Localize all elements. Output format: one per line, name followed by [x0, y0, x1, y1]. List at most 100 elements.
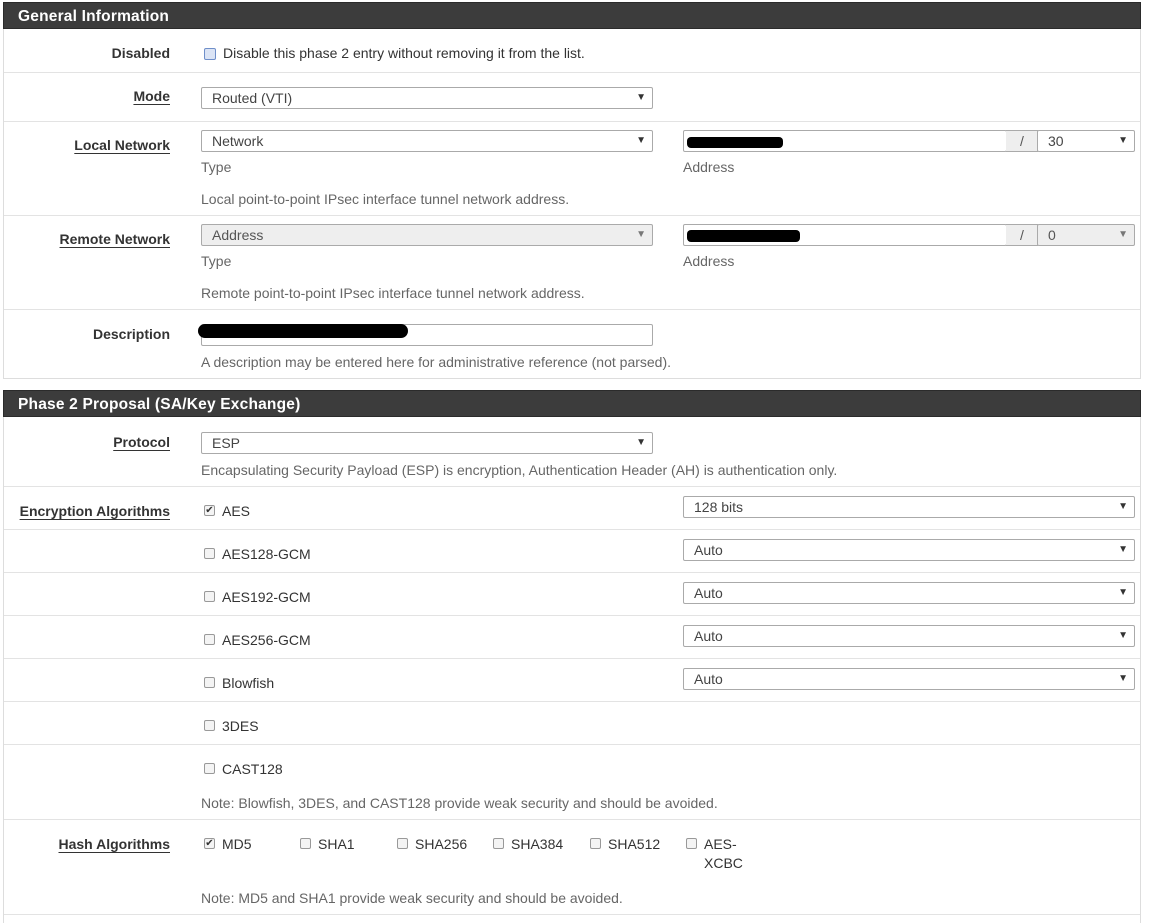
- chevron-down-icon: ▼: [636, 229, 646, 240]
- sha1-label: SHA1: [318, 836, 355, 852]
- aes-xcbc-label-line1: AES-: [704, 836, 737, 852]
- blowfish-checkbox[interactable]: [204, 677, 215, 688]
- aes192gcm-keylen-value: Auto: [694, 585, 723, 601]
- aes-checkbox[interactable]: ✔: [204, 505, 215, 516]
- mode-row: Mode Routed (VTI) ▼: [4, 73, 1140, 122]
- aes256gcm-keylen-value: Auto: [694, 628, 723, 644]
- phase2-proposal-panel: Protocol ESP ▼ Encapsulating Security Pa…: [3, 417, 1141, 923]
- local-network-label: Local Network: [74, 137, 170, 153]
- aes192gcm-keylen-select[interactable]: Auto ▼: [683, 582, 1135, 604]
- 3des-label: 3DES: [222, 718, 259, 734]
- local-type-value: Network: [212, 133, 264, 149]
- local-mask-select[interactable]: 30 ▼: [1037, 130, 1135, 152]
- disabled-label: Disabled: [111, 45, 170, 61]
- md5-checkbox[interactable]: ✔: [204, 838, 215, 849]
- remote-mask-select[interactable]: 0 ▼: [1037, 224, 1135, 246]
- protocol-help: Encapsulating Security Payload (ESP) is …: [201, 462, 838, 478]
- hash-algorithms-row: Hash Algorithms ✔ MD5 SHA1 SHA256 SHA384…: [4, 820, 1140, 915]
- encryption-row-aes: Encryption Algorithms ✔ AES 128 bits ▼: [4, 487, 1140, 530]
- chevron-down-icon: ▼: [636, 92, 646, 103]
- aes128gcm-keylen-value: Auto: [694, 542, 723, 558]
- description-help: A description may be entered here for ad…: [201, 354, 672, 370]
- sha512-checkbox[interactable]: [590, 838, 601, 849]
- local-slash: /: [1006, 130, 1038, 152]
- aes256gcm-label: AES256-GCM: [222, 632, 311, 648]
- remote-address-input[interactable]: [683, 224, 1007, 246]
- protocol-row: Protocol ESP ▼ Encapsulating Security Pa…: [4, 417, 1140, 487]
- sha512-label: SHA512: [608, 836, 661, 852]
- chevron-down-icon: ▼: [1118, 587, 1128, 598]
- aes128gcm-keylen-select[interactable]: Auto ▼: [683, 539, 1135, 561]
- sha1-checkbox[interactable]: [300, 838, 311, 849]
- local-network-help: Local point-to-point IPsec interface tun…: [201, 191, 570, 207]
- encryption-row-aes128gcm: AES128-GCM Auto ▼: [4, 530, 1140, 573]
- description-input[interactable]: [198, 324, 653, 346]
- aes-label: AES: [222, 503, 251, 519]
- aes192gcm-label: AES192-GCM: [222, 589, 311, 605]
- remote-address-caption: Address: [683, 253, 735, 269]
- aes256gcm-checkbox[interactable]: [204, 634, 215, 645]
- local-type-select[interactable]: Network ▼: [201, 130, 653, 152]
- description-label: Description: [92, 326, 170, 342]
- encryption-label: Encryption Algorithms: [19, 503, 170, 519]
- aes256gcm-keylen-select[interactable]: Auto ▼: [683, 625, 1135, 647]
- aes-xcbc-checkbox[interactable]: [686, 838, 697, 849]
- cast128-label: CAST128: [222, 761, 283, 777]
- redaction-mark: [687, 230, 800, 242]
- blowfish-label: Blowfish: [222, 675, 275, 691]
- encryption-note: Note: Blowfish, 3DES, and CAST128 provid…: [201, 795, 718, 811]
- encryption-row-aes192gcm: AES192-GCM Auto ▼: [4, 573, 1140, 616]
- chevron-down-icon: ▼: [636, 437, 646, 448]
- protocol-value: ESP: [212, 435, 241, 451]
- section-title: General Information: [18, 8, 170, 25]
- remote-mask-value: 0: [1048, 227, 1056, 243]
- encryption-row-cast128: CAST128 Note: Blowfish, 3DES, and CAST12…: [4, 745, 1140, 820]
- aes-keylen-select[interactable]: 128 bits ▼: [683, 496, 1135, 518]
- protocol-select[interactable]: ESP ▼: [201, 432, 653, 454]
- disabled-row: Disabled Disable this phase 2 entry with…: [4, 29, 1140, 73]
- description-row: Description A description may be entered…: [4, 310, 1140, 378]
- phase2-proposal-header: Phase 2 Proposal (SA/Key Exchange): [3, 390, 1141, 417]
- disabled-text: Disable this phase 2 entry without remov…: [223, 45, 585, 61]
- hash-note: Note: MD5 and SHA1 provide weak security…: [201, 890, 623, 906]
- disabled-checkbox[interactable]: [204, 48, 216, 60]
- redaction-mark: [687, 137, 783, 148]
- section-title: Phase 2 Proposal (SA/Key Exchange): [18, 396, 301, 413]
- local-type-caption: Type: [201, 159, 232, 175]
- aes128gcm-label: AES128-GCM: [222, 546, 311, 562]
- remote-type-select[interactable]: Address ▼: [201, 224, 653, 246]
- chevron-down-icon: ▼: [1118, 229, 1128, 240]
- chevron-down-icon: ▼: [1118, 630, 1128, 641]
- remote-type-caption: Type: [201, 253, 232, 269]
- sha256-checkbox[interactable]: [397, 838, 408, 849]
- mode-label: Mode: [133, 88, 170, 104]
- chevron-down-icon: ▼: [1118, 135, 1128, 146]
- hash-label: Hash Algorithms: [58, 836, 171, 852]
- redaction-mark: [198, 324, 408, 338]
- local-network-row: Local Network Network ▼ Type / 30 ▼ Addr…: [4, 122, 1140, 216]
- md5-label: MD5: [222, 836, 252, 852]
- local-address-input[interactable]: [683, 130, 1007, 152]
- protocol-label: Protocol: [113, 434, 170, 450]
- encryption-row-blowfish: Blowfish Auto ▼: [4, 659, 1140, 702]
- blowfish-keylen-value: Auto: [694, 671, 723, 687]
- remote-network-help: Remote point-to-point IPsec interface tu…: [201, 285, 585, 301]
- sha256-label: SHA256: [415, 836, 468, 852]
- mode-select[interactable]: Routed (VTI) ▼: [201, 87, 653, 109]
- general-information-panel: Disabled Disable this phase 2 entry with…: [3, 29, 1141, 379]
- remote-type-value: Address: [212, 227, 264, 243]
- cast128-checkbox[interactable]: [204, 763, 215, 774]
- encryption-row-3des: 3DES: [4, 702, 1140, 745]
- general-information-header: General Information: [3, 2, 1141, 29]
- blowfish-keylen-select[interactable]: Auto ▼: [683, 668, 1135, 690]
- aes192gcm-checkbox[interactable]: [204, 591, 215, 602]
- aes128gcm-checkbox[interactable]: [204, 548, 215, 559]
- chevron-down-icon: ▼: [1118, 544, 1128, 555]
- chevron-down-icon: ▼: [1118, 673, 1128, 684]
- sha384-checkbox[interactable]: [493, 838, 504, 849]
- sha384-label: SHA384: [511, 836, 564, 852]
- 3des-checkbox[interactable]: [204, 720, 215, 731]
- aes-keylen-value: 128 bits: [694, 499, 744, 515]
- encryption-row-aes256gcm: AES256-GCM Auto ▼: [4, 616, 1140, 659]
- remote-network-label: Remote Network: [59, 231, 170, 247]
